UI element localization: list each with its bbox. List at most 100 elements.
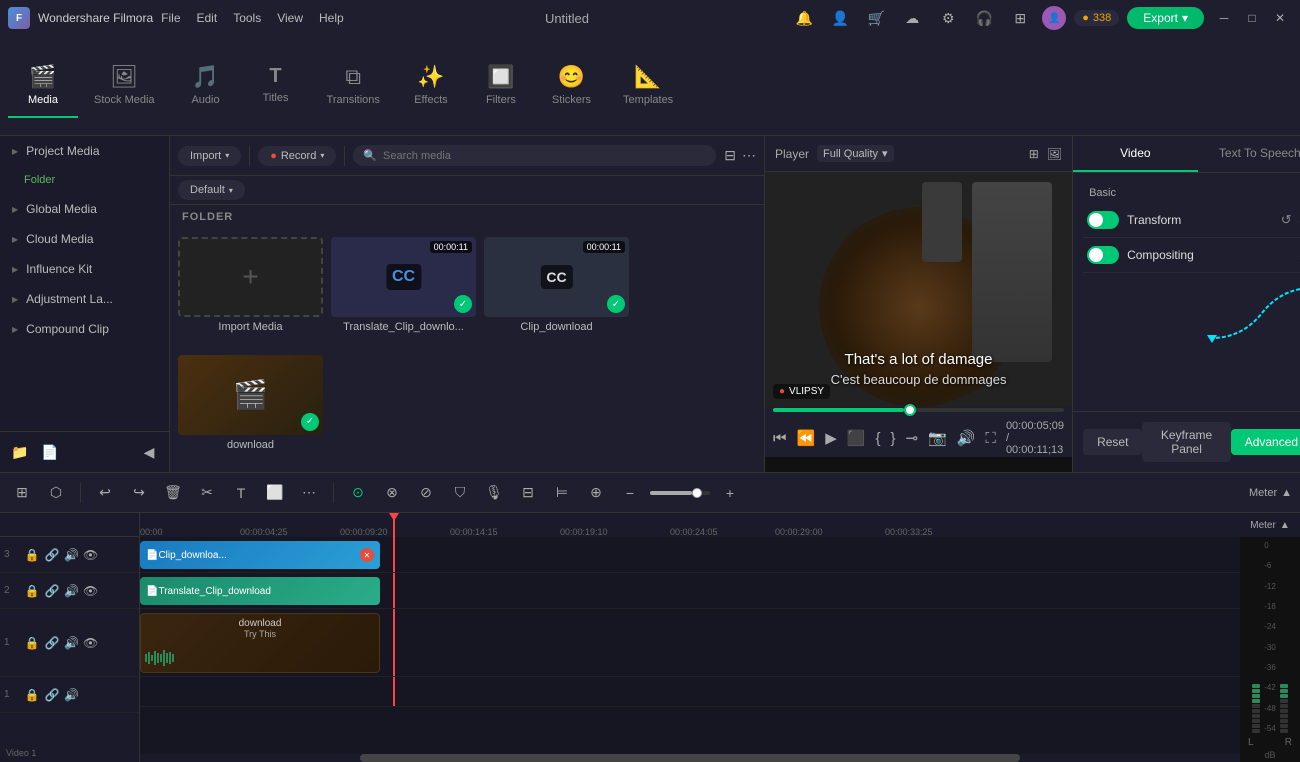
tab-templates[interactable]: 📐 Templates <box>607 54 689 118</box>
sidebar-item-cloud-media[interactable]: ▶ Cloud Media <box>0 224 169 254</box>
track-lock-icon-3[interactable]: 🔒 <box>24 548 40 562</box>
cloud-icon[interactable]: ☁ <box>898 4 926 32</box>
more-options-icon[interactable]: ⋯ <box>742 147 756 164</box>
tab-filters[interactable]: 🔲 Filters <box>466 54 536 118</box>
zoom-track[interactable] <box>650 491 710 495</box>
translate-clip-thumb[interactable]: 00:00:11 CC ✓ <box>331 237 476 317</box>
tab-titles[interactable]: T Titles <box>241 55 311 116</box>
track-eye-icon-3[interactable]: 👁 <box>83 548 98 562</box>
tab-text-to-speech[interactable]: Text To Speech <box>1198 136 1300 172</box>
scrollbar-thumb[interactable] <box>360 754 1020 762</box>
transform-toggle[interactable] <box>1087 211 1119 229</box>
undo-button[interactable]: ↩ <box>91 479 119 507</box>
new-folder-icon[interactable]: 📁 <box>8 440 32 464</box>
redo-button[interactable]: ↪ <box>125 479 153 507</box>
menu-edit[interactable]: Edit <box>197 11 218 25</box>
timeline-grid-icon[interactable]: ⊞ <box>8 479 36 507</box>
timeline-select-icon[interactable]: ⬡ <box>42 479 70 507</box>
crop-button[interactable]: ⬜ <box>261 479 289 507</box>
apps-icon[interactable]: ⊞ <box>1006 4 1034 32</box>
track-lock-icon-a[interactable]: 🔒 <box>24 688 40 702</box>
track-eye-icon-1[interactable]: 👁 <box>83 636 98 650</box>
fullscreen-icon[interactable]: ⛶ <box>985 430 996 447</box>
collapse-panel-icon[interactable]: ◀ <box>137 440 161 464</box>
ripple-icon[interactable]: ⊘ <box>412 479 440 507</box>
export-button[interactable]: Export ▾ <box>1127 7 1204 29</box>
progress-knob[interactable] <box>904 404 916 416</box>
clip-track2[interactable]: 📄 Translate_Clip_download <box>140 577 380 605</box>
search-input[interactable] <box>383 150 706 162</box>
default-view-button[interactable]: Default ▾ <box>178 180 245 200</box>
zoom-knob[interactable] <box>692 488 702 498</box>
sidebar-item-influence-kit[interactable]: ▶ Influence Kit <box>0 254 169 284</box>
audio-icon[interactable]: 🔊 <box>957 429 976 447</box>
go-start-icon[interactable]: ⏮ <box>773 430 787 447</box>
meter-collapse-icon[interactable]: ▲ <box>1280 520 1290 531</box>
track-lock-icon-1[interactable]: 🔒 <box>24 636 40 650</box>
out-point-icon[interactable]: } <box>890 430 895 447</box>
delete-button[interactable]: 🗑 <box>159 479 187 507</box>
add-media-icon[interactable]: 📄 <box>38 440 62 464</box>
playhead[interactable] <box>393 513 395 537</box>
shield-icon[interactable]: ⛉ <box>446 479 474 507</box>
timeline-scrollbar[interactable] <box>140 754 1240 762</box>
track-audio-icon-a[interactable]: 🔊 <box>64 688 79 702</box>
notifications-icon[interactable]: 🔔 <box>790 4 818 32</box>
text-button[interactable]: T <box>227 479 255 507</box>
plus-zoom-icon[interactable]: + <box>716 479 744 507</box>
compositing-toggle[interactable] <box>1087 246 1119 264</box>
progress-bar[interactable] <box>773 408 1064 412</box>
transform-reset-icon[interactable]: ↺ <box>1281 212 1292 228</box>
close-button[interactable]: ✕ <box>1268 6 1292 30</box>
maximize-button[interactable]: □ <box>1240 6 1264 30</box>
track-link-icon-2[interactable]: 🔗 <box>44 584 60 598</box>
track-audio-icon-3[interactable]: 🔊 <box>64 548 79 562</box>
clip-download-thumb[interactable]: 00:00:11 CC ✓ <box>484 237 629 317</box>
list-item[interactable]: 00:00:11 CC ✓ Translate_Clip_downlo... <box>331 237 476 347</box>
menu-view[interactable]: View <box>277 11 303 25</box>
minus-zoom-icon[interactable]: − <box>616 479 644 507</box>
tab-transitions[interactable]: ⧉ Transitions <box>311 54 396 118</box>
prev-frame-icon[interactable]: ⏪ <box>797 429 816 447</box>
track-lock-icon-2[interactable]: 🔒 <box>24 584 40 598</box>
tab-video[interactable]: Video <box>1073 136 1198 172</box>
list-item[interactable]: 00:00:30 🎬 ✓ download <box>178 355 323 465</box>
track-eye-icon-2[interactable]: 👁 <box>83 584 98 598</box>
sidebar-item-adjustment[interactable]: ▶ Adjustment La... <box>0 284 169 314</box>
menu-tools[interactable]: Tools <box>233 11 261 25</box>
screenshot-icon[interactable]: 🖼 <box>1047 147 1062 161</box>
tab-media[interactable]: 🎬 Media <box>8 54 78 118</box>
settings-gear-icon[interactable]: ⚙ <box>934 4 962 32</box>
sidebar-item-folder[interactable]: Folder <box>0 166 169 194</box>
track-audio-icon-1[interactable]: 🔊 <box>64 636 79 650</box>
split-icon[interactable]: ⊨ <box>548 479 576 507</box>
track-link-icon-a[interactable]: 🔗 <box>44 688 60 702</box>
play-button[interactable]: ▶ <box>825 429 837 447</box>
record-button[interactable]: ● Record ▾ <box>258 146 336 166</box>
filter-icon[interactable]: ⊟ <box>724 147 736 164</box>
grid-view-icon[interactable]: ⊞ <box>1029 147 1039 161</box>
color-icon[interactable]: ⊕ <box>582 479 610 507</box>
snap-icon[interactable]: ⊙ <box>344 479 372 507</box>
sidebar-item-compound-clip[interactable]: ▶ Compound Clip <box>0 314 169 344</box>
mark-icon[interactable]: ⊸ <box>905 429 918 447</box>
tab-audio[interactable]: 🎵 Audio <box>171 54 241 118</box>
advanced-button[interactable]: Advanced <box>1231 429 1300 455</box>
avatar[interactable]: 👤 <box>1042 6 1066 30</box>
account-icon[interactable]: 👤 <box>826 4 854 32</box>
reset-button[interactable]: Reset <box>1083 429 1142 455</box>
menu-file[interactable]: File <box>161 11 180 25</box>
headphone-icon[interactable]: 🎧 <box>970 4 998 32</box>
store-icon[interactable]: 🛒 <box>862 4 890 32</box>
track-link-icon-3[interactable]: 🔗 <box>44 548 60 562</box>
menu-help[interactable]: Help <box>319 11 344 25</box>
keyframe-panel-button[interactable]: Keyframe Panel <box>1142 422 1230 462</box>
mic-icon[interactable]: 🎙 <box>480 479 508 507</box>
sidebar-item-global-media[interactable]: ▶ Global Media <box>0 194 169 224</box>
track-audio-icon-2[interactable]: 🔊 <box>64 584 79 598</box>
tab-stock-media[interactable]: 🖼 Stock Media <box>78 54 171 118</box>
clip-video[interactable]: download Try This <box>140 613 380 673</box>
track-link-icon-1[interactable]: 🔗 <box>44 636 60 650</box>
in-point-icon[interactable]: { <box>875 430 880 447</box>
quality-select[interactable]: Full Quality ▾ <box>817 145 894 162</box>
